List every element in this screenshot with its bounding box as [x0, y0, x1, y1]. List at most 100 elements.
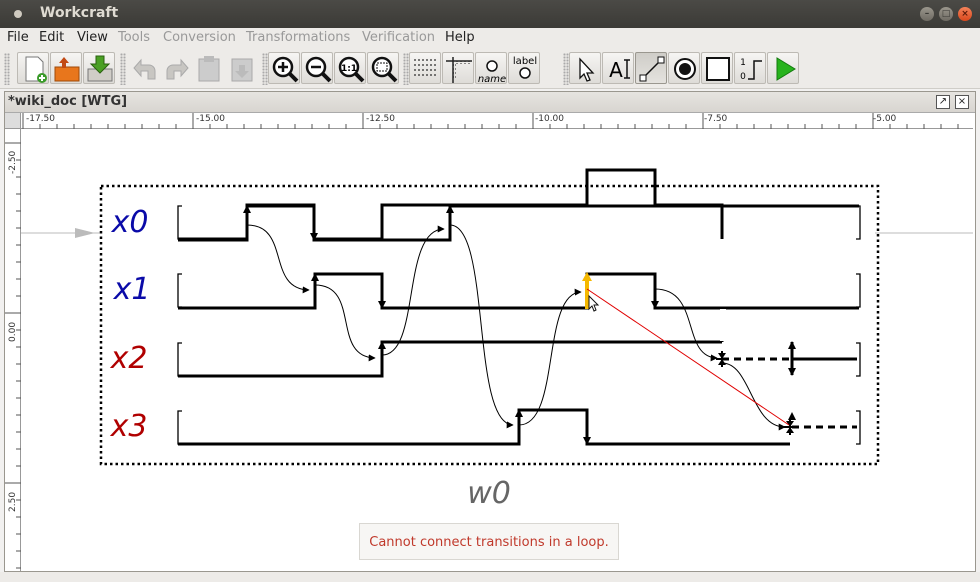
undo-button[interactable] — [128, 52, 160, 84]
ruler-corner — [5, 113, 21, 129]
waveform-x0[interactable] — [178, 204, 859, 242]
waveform-x3[interactable] — [178, 408, 790, 446]
zoom-in-icon — [272, 56, 299, 83]
svg-text:A: A — [609, 58, 623, 82]
waveform-x1[interactable] — [178, 272, 724, 342]
close-tab-icon[interactable]: × — [955, 95, 969, 109]
zoom-out-icon — [305, 56, 332, 83]
grid-icon — [414, 59, 436, 76]
play-icon — [776, 57, 796, 81]
maximize-button[interactable]: □ — [939, 7, 953, 21]
svg-text:1:1: 1:1 — [341, 64, 357, 74]
zoom-out-button[interactable] — [301, 52, 333, 84]
redo-button[interactable] — [160, 52, 192, 84]
transition-node-icon — [674, 58, 696, 80]
menu-tools[interactable]: Tools — [118, 30, 150, 45]
save-file-button[interactable] — [83, 52, 115, 84]
detach-icon[interactable]: ↗ — [936, 95, 950, 109]
waveform-box-icon — [706, 57, 730, 81]
paste-icon — [231, 58, 253, 82]
open-file-button[interactable] — [50, 52, 82, 84]
simulate-button[interactable] — [767, 52, 799, 84]
editor-panel: *wiki_doc [WTG] ↗ × -17.50 -15.00 -12.50… — [4, 91, 976, 572]
show-labels-button[interactable]: label — [508, 52, 540, 84]
open-folder-icon — [54, 57, 80, 82]
zoom-actual-button[interactable]: 1:1 — [334, 52, 366, 84]
transition-tool-button[interactable] — [668, 52, 700, 84]
menu-view[interactable]: View — [77, 30, 108, 45]
signal-label-x2[interactable]: x2 — [110, 341, 148, 376]
name-tool-text: name — [478, 74, 506, 85]
clipboard-icon — [198, 56, 220, 82]
signal-label-x0[interactable]: x0 — [111, 205, 149, 240]
ruler-h-label: -15.00 — [196, 114, 226, 124]
ruler-h-label: -12.50 — [366, 114, 396, 124]
zoom-fit-button[interactable] — [367, 52, 399, 84]
new-file-icon — [25, 56, 47, 83]
zoom-in-button[interactable] — [268, 52, 300, 84]
ruler-v-label: -2.50 — [8, 150, 18, 174]
title-bar: Workcraft – □ × — [0, 0, 980, 28]
text-tool-button[interactable]: A — [602, 52, 634, 84]
label-icon: label — [513, 56, 537, 79]
signal-label-x3[interactable]: x3 — [110, 409, 148, 444]
menu-conversion[interactable]: Conversion — [163, 30, 236, 45]
save-icon — [87, 55, 113, 82]
zoom-fit-icon — [371, 56, 398, 83]
copy-button[interactable] — [193, 52, 225, 84]
menu-edit[interactable]: Edit — [39, 30, 64, 45]
causality-arcs — [246, 224, 786, 431]
redo-icon — [166, 58, 189, 80]
editor-tab-title: *wiki_doc [WTG] — [8, 94, 128, 109]
vertical-ruler: -2.50 0.00 2.50 — [5, 129, 21, 571]
ruler-ticks — [22, 113, 959, 129]
mask — [720, 309, 726, 341]
zoom-actual-icon: 1:1 — [338, 56, 365, 83]
waveform-frame[interactable] — [99, 184, 880, 466]
label-tool-text: label — [513, 56, 537, 67]
entry-arrow-icon — [75, 228, 95, 238]
wtg-diagram[interactable]: x0 x1 x2 x3 w0 — [21, 129, 973, 571]
connection-icon — [639, 56, 665, 82]
ruler-h-label: -7.50 — [704, 114, 728, 124]
undo-icon — [133, 58, 156, 80]
editor-header: *wiki_doc [WTG] ↗ × — [5, 92, 975, 113]
error-message: Cannot connect transitions in a loop. — [359, 523, 619, 560]
ruler-v-label: 2.50 — [8, 491, 18, 512]
status-bar — [0, 572, 980, 582]
minimize-button[interactable]: – — [920, 7, 934, 21]
waveform-x2[interactable] — [178, 340, 722, 378]
menu-transformations[interactable]: Transformations — [246, 30, 350, 45]
connect-tool-button[interactable] — [635, 52, 667, 84]
app-icon — [14, 10, 22, 18]
grid-toggle-button[interactable] — [409, 52, 441, 84]
new-file-button[interactable] — [17, 52, 49, 84]
ruler-toggle-button[interactable] — [442, 52, 474, 84]
signal-brackets — [177, 205, 861, 445]
menu-bar: File Edit View Tools Conversion Transfor… — [0, 28, 980, 49]
waveform-name[interactable]: w0 — [467, 476, 511, 511]
ruler-h-label: -10.00 — [535, 114, 565, 124]
show-names-button[interactable]: name — [475, 52, 507, 85]
horizontal-ruler: -17.50 -15.00 -12.50 -10.00 -7.50 -5.00 — [21, 113, 973, 129]
toolbar-grip[interactable] — [120, 53, 126, 85]
signal-tool-button[interactable]: 10 — [734, 52, 766, 84]
toolbar: 1:1 name label A 10 — [0, 49, 980, 89]
toolbar-grip[interactable] — [4, 53, 10, 85]
menu-verification[interactable]: Verification — [362, 30, 435, 45]
diagram-canvas[interactable]: x0 x1 x2 x3 w0 — [21, 129, 973, 571]
signal-level-low: 0 — [740, 72, 746, 82]
waveform-tool-button[interactable] — [701, 52, 733, 84]
window-title: Workcraft — [40, 5, 119, 21]
ruler-h-label: -5.00 — [873, 114, 897, 124]
close-button[interactable]: × — [958, 7, 972, 21]
mouse-pointer-icon — [588, 294, 600, 312]
ruler-h-label: -17.50 — [26, 114, 56, 124]
paste-button[interactable] — [226, 52, 258, 84]
menu-file[interactable]: File — [7, 30, 29, 45]
menu-help[interactable]: Help — [445, 30, 475, 45]
signal-label-x1[interactable]: x1 — [113, 272, 151, 307]
select-tool-button[interactable] — [569, 52, 601, 84]
ruler-icon — [446, 57, 472, 83]
signal-level-icon: 10 — [740, 58, 762, 82]
